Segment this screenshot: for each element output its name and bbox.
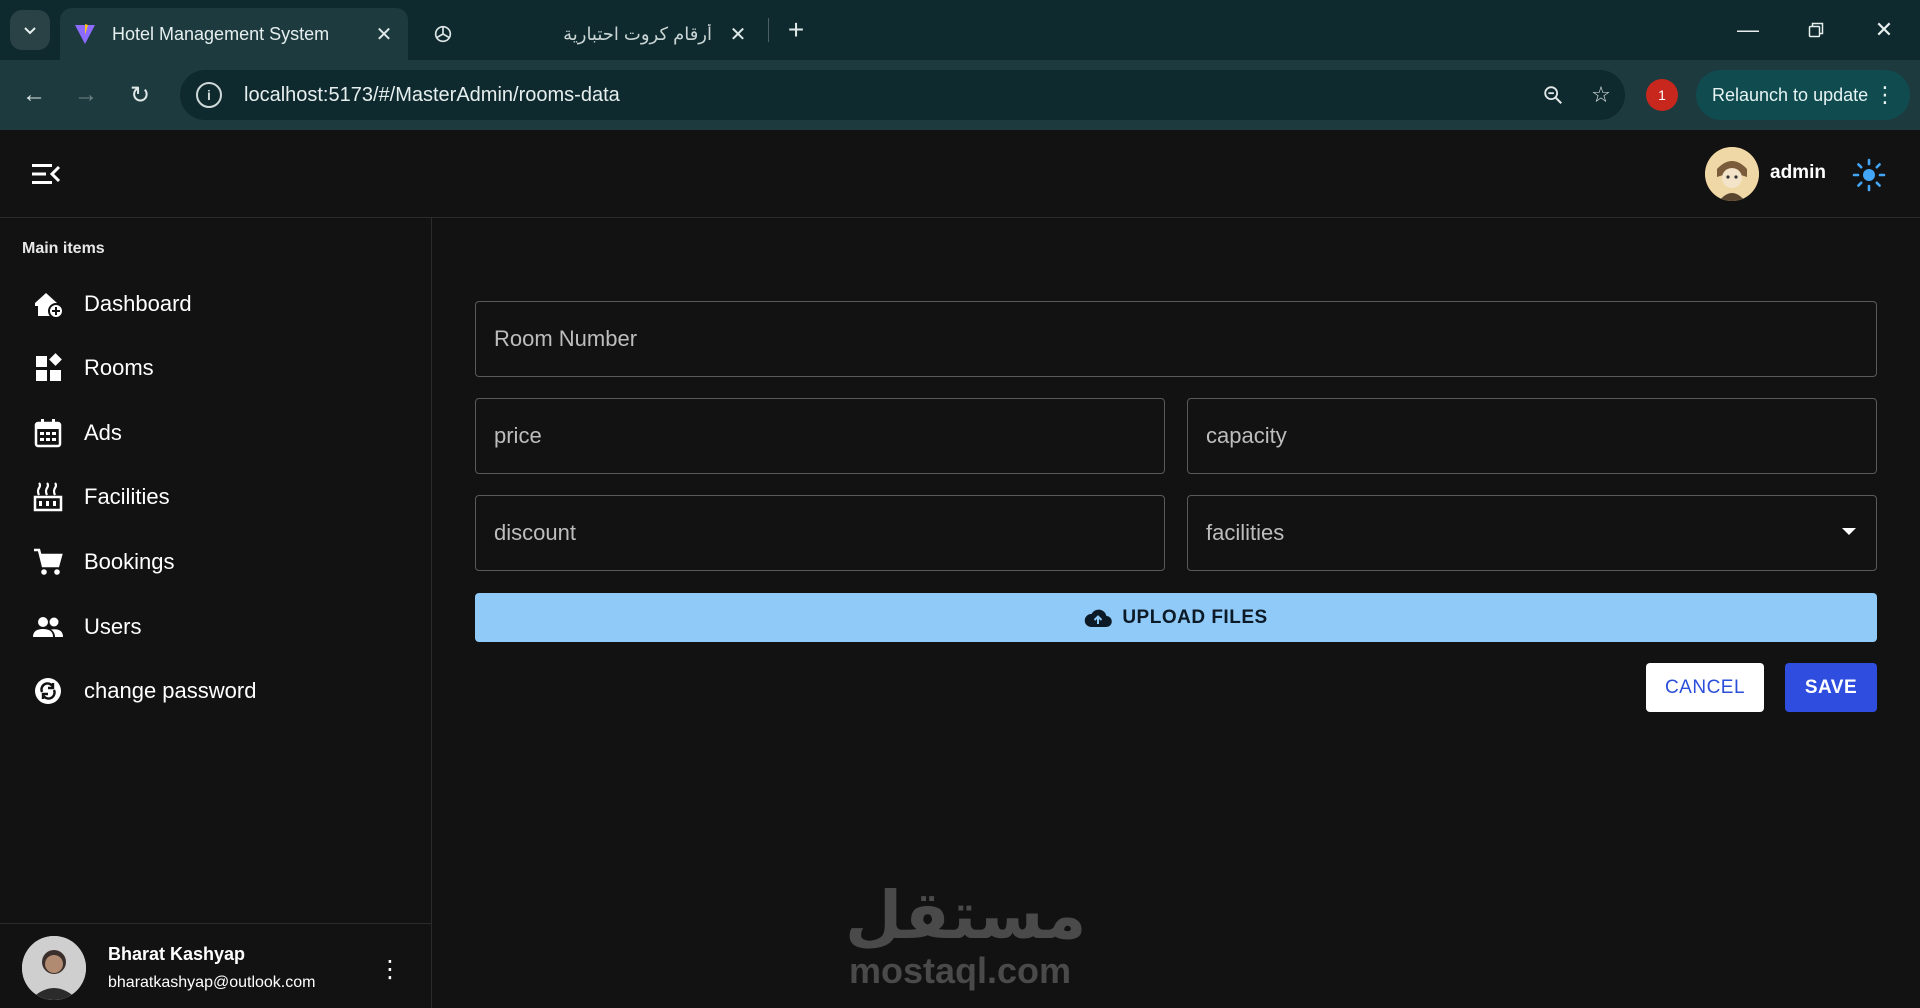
calendar-icon (32, 417, 64, 449)
close-icon[interactable]: ✕ (726, 22, 750, 46)
openai-icon (430, 21, 456, 47)
cloud-upload-icon (1085, 609, 1113, 627)
arrow-right-icon: → (74, 81, 98, 108)
sidebar-item-change-password[interactable]: change password (0, 659, 431, 723)
browser-tab-strip: Hotel Management System ✕ أرقام كروت احت… (0, 0, 1920, 60)
add-home-icon (32, 288, 64, 320)
watermark-logo: مستقل mostaql.com (845, 877, 1087, 991)
sidebar-item-rooms[interactable]: Rooms (0, 336, 431, 400)
chevron-down-icon (24, 27, 36, 35)
room-number-field[interactable] (475, 301, 1877, 377)
minimize-icon: — (1737, 17, 1759, 42)
cart-icon (32, 546, 64, 578)
sidebar-item-label: Ads (84, 420, 122, 445)
more-vert-icon[interactable]: ⋮ (378, 954, 402, 984)
capacity-input[interactable] (1206, 423, 1876, 449)
restore-button[interactable] (1786, 10, 1846, 50)
tab-title: Hotel Management System (112, 23, 330, 44)
tab-test-cards[interactable]: أرقام كروت احتبارية ✕ (420, 8, 760, 60)
price-input[interactable] (494, 423, 1164, 449)
reload-icon: ↻ (129, 81, 151, 109)
sidebar-item-label: change password (84, 678, 257, 703)
tab-search-button[interactable] (10, 10, 50, 50)
browser-toolbar: ← → ↻ i localhost:5173/#/MasterAdmin/roo… (0, 60, 1920, 130)
tab-separator (768, 18, 769, 42)
factory-icon (32, 481, 64, 513)
sidebar: Main items Dashboard Rooms Ads Facilitie… (0, 218, 432, 1008)
window-close-button[interactable]: ✕ (1854, 10, 1914, 50)
cancel-button[interactable]: CANCEL (1646, 663, 1764, 712)
sun-icon (1852, 158, 1886, 192)
price-field[interactable] (475, 398, 1165, 474)
theme-toggle-button[interactable] (1852, 158, 1886, 192)
upload-files-button[interactable]: UPLOAD FILES (475, 593, 1877, 642)
back-button[interactable]: ← (14, 75, 54, 115)
bookmark-star-icon[interactable]: ☆ (1577, 75, 1625, 115)
relaunch-button[interactable]: Relaunch to update ⋮ (1696, 70, 1910, 120)
sidebar-item-label: Bookings (84, 549, 175, 574)
reload-button[interactable]: ↻ (120, 75, 160, 115)
vite-icon (72, 21, 98, 47)
facilities-select[interactable]: facilities (1187, 495, 1877, 571)
arrow-left-icon: ← (22, 81, 46, 108)
tab-title: أرقام كروت احتبارية (563, 23, 712, 44)
close-icon[interactable]: ✕ (372, 22, 396, 46)
users-icon (32, 611, 64, 643)
menu-toggle-button[interactable] (30, 160, 62, 188)
restore-icon (1808, 22, 1824, 38)
tab-hotel-management[interactable]: Hotel Management System ✕ (60, 8, 408, 60)
sidebar-user-card: Bharat Kashyap bharatkashyap@outlook.com… (0, 923, 431, 1008)
minimize-button[interactable]: — (1718, 10, 1778, 50)
sync-lock-icon (32, 675, 64, 707)
sidebar-item-users[interactable]: Users (0, 595, 431, 659)
relaunch-label: Relaunch to update (1712, 84, 1869, 105)
url-text[interactable]: localhost:5173/#/MasterAdmin/rooms-data (244, 84, 1529, 107)
sidebar-item-label: Facilities (84, 484, 170, 509)
sidebar-item-label: Rooms (84, 355, 154, 380)
sidebar-item-ads[interactable]: Ads (0, 401, 431, 465)
sidebar-item-label: Dashboard (84, 291, 192, 316)
sidebar-item-label: Users (84, 614, 142, 639)
facilities-label: facilities (1206, 520, 1285, 545)
sidebar-heading: Main items (22, 240, 105, 257)
upload-files-label: UPLOAD FILES (1122, 606, 1268, 628)
extension-badge[interactable]: 1 (1646, 79, 1678, 111)
sidebar-item-bookings[interactable]: Bookings (0, 530, 431, 594)
watermark-arabic: مستقل (845, 877, 1087, 954)
room-number-input[interactable] (494, 326, 1876, 352)
app-header: admin (0, 130, 1920, 218)
forward-button[interactable]: → (66, 75, 106, 115)
avatar[interactable] (22, 936, 86, 1000)
arrow-drop-down-icon (1842, 528, 1856, 535)
avatar[interactable] (1705, 147, 1759, 201)
watermark-latin: mostaql.com (848, 950, 1072, 991)
sidebar-item-dashboard[interactable]: Dashboard (0, 272, 431, 336)
discount-input[interactable] (494, 520, 1164, 546)
sidebar-item-facilities[interactable]: Facilities (0, 465, 431, 529)
close-icon: ✕ (1874, 17, 1894, 42)
save-button[interactable]: SAVE (1785, 663, 1877, 712)
zoom-icon[interactable] (1529, 75, 1577, 115)
discount-field[interactable] (475, 495, 1165, 571)
capacity-field[interactable] (1187, 398, 1877, 474)
widgets-icon (32, 352, 64, 384)
plus-icon: + (787, 14, 805, 45)
user-name: Bharat Kashyap (108, 944, 246, 964)
new-tab-button[interactable]: + (780, 14, 812, 46)
admin-name: admin (1770, 162, 1826, 183)
info-icon[interactable]: i (196, 82, 222, 108)
user-email: bharatkashyap@outlook.com (108, 974, 316, 991)
address-bar[interactable]: i localhost:5173/#/MasterAdmin/rooms-dat… (180, 70, 1625, 120)
menu-open-icon (32, 164, 61, 184)
more-vert-icon[interactable]: ⋮ (1874, 82, 1896, 108)
